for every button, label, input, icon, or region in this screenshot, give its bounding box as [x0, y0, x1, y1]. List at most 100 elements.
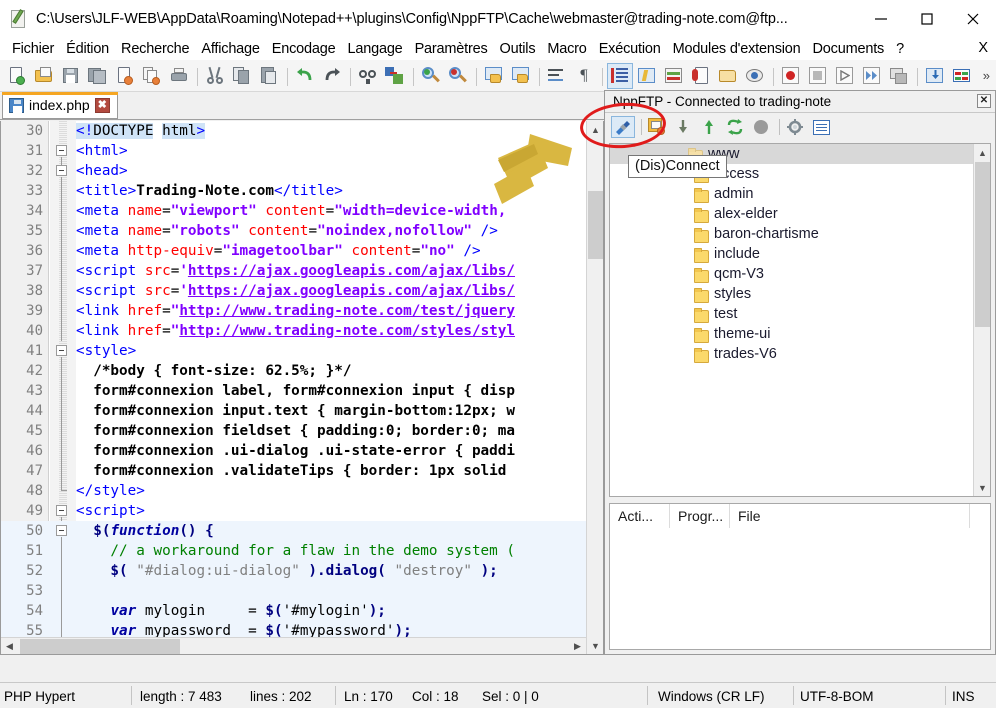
user-language-icon[interactable]	[634, 63, 660, 89]
find-icon[interactable]	[355, 63, 381, 89]
sync-vertical-icon[interactable]	[481, 63, 507, 89]
download-icon[interactable]	[671, 116, 695, 138]
scroll-right-icon[interactable]: ▶	[569, 638, 586, 654]
fold-toggle-icon[interactable]	[56, 345, 67, 366]
code-line[interactable]: 45 form#connexion fieldset { padding:0; …	[1, 421, 603, 441]
scroll-left-icon[interactable]: ◀	[1, 638, 18, 654]
save-macro-icon[interactable]	[886, 63, 912, 89]
record-macro-icon[interactable]	[778, 63, 804, 89]
new-file-icon[interactable]	[4, 63, 30, 89]
fold-toggle-icon[interactable]	[56, 505, 67, 526]
open-file-icon[interactable]	[31, 63, 57, 89]
scroll-up-icon[interactable]: ▲	[974, 144, 990, 161]
code-line[interactable]: 38 <script src='https://ajax.googleapis.c…	[1, 281, 603, 301]
tree-item[interactable]: test	[610, 304, 973, 324]
editor-horizontal-scrollbar[interactable]: ◀ ▶	[1, 637, 586, 654]
menu-affichage[interactable]: Affichage	[195, 40, 265, 58]
tree-item[interactable]: theme-ui	[610, 324, 973, 344]
menu-outils[interactable]: Outils	[494, 40, 542, 58]
scroll-down-icon[interactable]: ▼	[974, 479, 990, 496]
fold-toggle-icon[interactable]	[56, 145, 67, 166]
menu-fichier[interactable]: Fichier	[6, 40, 60, 58]
save-all-icon[interactable]	[85, 63, 111, 89]
ftp-transfer-queue[interactable]: Acti... Progr... File	[609, 503, 991, 650]
cut-icon[interactable]	[202, 63, 228, 89]
close-icon[interactable]: ✕	[977, 94, 991, 108]
code-line[interactable]: 52 $( "#dialog:ui-dialog" ).dialog( "des…	[1, 561, 603, 581]
ftp-directory-tree[interactable]: www access admin alex-elder baron-chartisme i…	[609, 143, 991, 497]
menu-modules[interactable]: Modules d'extension	[667, 40, 807, 58]
menu-macro[interactable]: Macro	[541, 40, 592, 58]
play-macro-icon[interactable]	[832, 63, 858, 89]
code-line[interactable]: 36 <meta http-equiv="imagetoolbar" conten…	[1, 241, 603, 261]
messages-icon[interactable]	[809, 116, 833, 138]
queue-col-action[interactable]: Acti...	[610, 504, 670, 528]
menu-encodage[interactable]: Encodage	[266, 40, 342, 58]
code-line[interactable]: 51 // a workaround for a flaw in the dem…	[1, 541, 603, 561]
tree-vertical-scrollbar[interactable]: ▲ ▼	[973, 144, 990, 496]
paste-icon[interactable]	[256, 63, 282, 89]
close-all-icon[interactable]	[139, 63, 165, 89]
show-all-chars-icon[interactable]: ¶	[571, 63, 597, 89]
menu-langage[interactable]: Langage	[342, 40, 409, 58]
code-line[interactable]: 49 <script>	[1, 501, 603, 526]
code-line[interactable]: 48 </style>	[1, 481, 603, 501]
monitoring-icon[interactable]	[742, 63, 768, 89]
menu-parametres[interactable]: Paramètres	[409, 40, 494, 58]
refresh-icon[interactable]	[723, 116, 747, 138]
replace-icon[interactable]	[382, 63, 408, 89]
code-line[interactable]: 53	[1, 581, 603, 601]
word-wrap-icon[interactable]	[544, 63, 570, 89]
status-encoding[interactable]: UTF-8-BOM	[796, 683, 946, 708]
print-icon[interactable]	[166, 63, 192, 89]
preferences-icon[interactable]	[949, 63, 975, 89]
scrollbar-thumb[interactable]	[588, 191, 603, 259]
queue-col-progress[interactable]: Progr...	[670, 504, 730, 528]
code-line[interactable]: 39 <link href="http://www.trading-note.co…	[1, 301, 603, 321]
code-line[interactable]: 44 form#connexion input.text { margin-bo…	[1, 401, 603, 421]
settings-icon[interactable]	[783, 116, 807, 138]
editor-vertical-scrollbar[interactable]: ▲ ▼	[586, 121, 603, 654]
status-language[interactable]: PHP Hypert	[0, 683, 132, 708]
code-line[interactable]: 54 var mylogin = $('#mylogin');	[1, 601, 603, 621]
maximize-button[interactable]	[904, 0, 950, 38]
queue-col-file[interactable]: File	[730, 504, 970, 528]
run-icon[interactable]	[922, 63, 948, 89]
code-line[interactable]: 50 $(function() {	[1, 521, 603, 546]
indent-guide-icon[interactable]	[607, 62, 633, 89]
tree-item[interactable]: styles	[610, 284, 973, 304]
stop-macro-icon[interactable]	[805, 63, 831, 89]
scrollbar-thumb[interactable]	[975, 162, 990, 327]
zoom-out-icon[interactable]	[445, 63, 471, 89]
function-list-icon[interactable]	[688, 63, 714, 89]
menu-recherche[interactable]: Recherche	[115, 40, 195, 58]
status-eol[interactable]: Windows (CR LF)	[654, 683, 794, 708]
close-file-icon[interactable]	[112, 63, 138, 89]
scrollbar-thumb[interactable]	[20, 639, 180, 654]
menu-close-document[interactable]: X	[978, 40, 988, 56]
close-button[interactable]	[950, 0, 996, 38]
zoom-in-icon[interactable]	[418, 63, 444, 89]
minimize-button[interactable]	[858, 0, 904, 38]
doc-map-icon[interactable]	[661, 63, 687, 89]
copy-icon[interactable]	[229, 63, 255, 89]
folder-as-workspace-icon[interactable]	[715, 63, 741, 89]
tree-item[interactable]: trades-V6	[610, 344, 973, 364]
menu-help[interactable]: ?	[890, 40, 910, 58]
code-line[interactable]: 43 form#connexion label, form#connexion …	[1, 381, 603, 401]
status-insert-mode[interactable]: INS	[948, 683, 996, 708]
redo-icon[interactable]	[319, 63, 345, 89]
save-icon[interactable]	[58, 63, 84, 89]
code-line[interactable]: 47 form#connexion .validateTips { border…	[1, 461, 603, 481]
menu-edition[interactable]: Édition	[60, 40, 115, 58]
tree-item[interactable]: alex-elder	[610, 204, 973, 224]
code-line[interactable]: 37 <script src='https://ajax.googleapis.c…	[1, 261, 603, 281]
scroll-down-icon[interactable]: ▼	[587, 637, 603, 654]
undo-icon[interactable]	[292, 63, 318, 89]
menu-execution[interactable]: Exécution	[593, 40, 667, 58]
run-macro-multiple-icon[interactable]	[859, 63, 885, 89]
code-line[interactable]: 40 <link href="http://www.trading-note.co…	[1, 321, 603, 341]
code-line[interactable]: 46 form#connexion .ui-dialog .ui-state-e…	[1, 441, 603, 461]
toolbar-overflow-icon[interactable]: »	[983, 68, 990, 83]
code-line[interactable]: 41 <style>	[1, 341, 603, 366]
